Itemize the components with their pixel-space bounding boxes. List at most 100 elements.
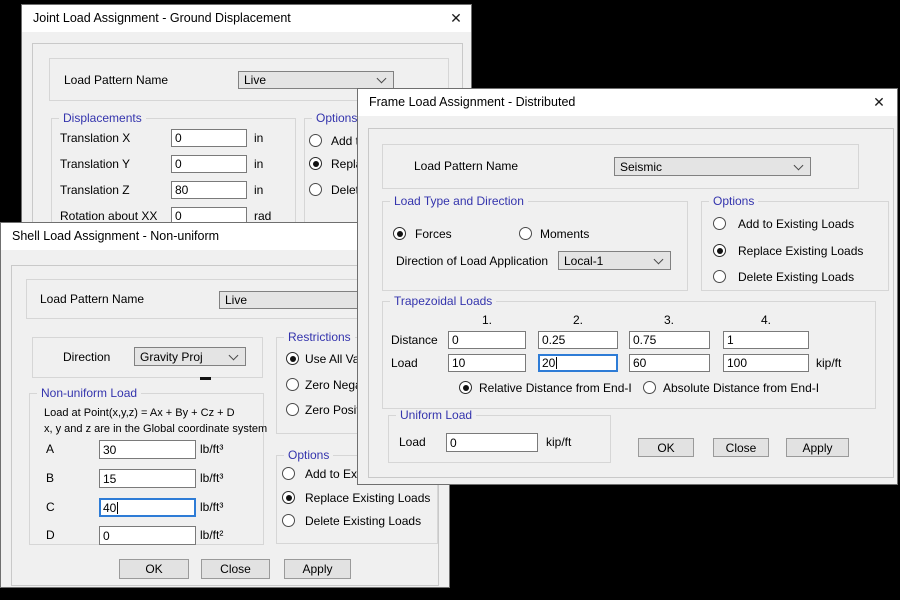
coef-b-field[interactable]: 15: [99, 469, 196, 488]
apply-button[interactable]: Apply: [284, 559, 351, 579]
frame-delete-label[interactable]: Delete Existing Loads: [738, 270, 854, 284]
uniform-load-unit: kip/ft: [546, 435, 571, 449]
joint-options-title: Options: [312, 112, 361, 125]
use-all-values-radio[interactable]: [286, 352, 299, 365]
shell-replace-radio[interactable]: [282, 491, 295, 504]
joint-load-pattern-value: Live: [244, 73, 266, 87]
frame-add-label[interactable]: Add to Existing Loads: [738, 217, 854, 231]
zero-positive-radio[interactable]: [286, 403, 299, 416]
ok-button[interactable]: OK: [119, 559, 189, 579]
relative-distance-label[interactable]: Relative Distance from End-I: [479, 381, 632, 395]
uniform-load-label: Load: [399, 435, 426, 449]
coef-d-label: D: [46, 528, 55, 542]
dash-mark: [200, 377, 211, 380]
load-1-field[interactable]: 10: [448, 354, 526, 372]
coef-b-label: B: [46, 471, 54, 485]
direction-of-load-select[interactable]: Local-1: [558, 251, 671, 270]
uniform-load-title: Uniform Load: [396, 409, 476, 422]
load-3-field[interactable]: 60: [629, 354, 710, 372]
trap-header-1: 1.: [467, 313, 507, 327]
distance-4-field[interactable]: 1: [723, 331, 809, 349]
shell-options-title: Options: [284, 449, 333, 462]
shell-dialog-title: Shell Load Assignment - Non-uniform: [12, 229, 219, 243]
frame-delete-radio[interactable]: [713, 270, 726, 283]
load-type-group: Load Type and Direction: [382, 201, 688, 291]
moments-label[interactable]: Moments: [540, 227, 589, 241]
coef-d-field[interactable]: 0: [99, 526, 196, 545]
shell-load-pattern-value: Live: [225, 293, 247, 307]
frame-load-pattern-label: Load Pattern Name: [414, 159, 518, 173]
joint-dialog-title: Joint Load Assignment - Ground Displacem…: [33, 11, 291, 25]
absolute-distance-radio[interactable]: [643, 381, 656, 394]
shell-direction-select[interactable]: Gravity Proj: [134, 347, 246, 366]
close-icon[interactable]: ✕: [870, 93, 888, 111]
coef-c-field[interactable]: 40: [99, 498, 196, 517]
forces-label[interactable]: Forces: [415, 227, 452, 241]
close-icon[interactable]: ✕: [447, 9, 465, 27]
shell-direction-label: Direction: [63, 350, 110, 364]
chevron-down-icon: [794, 160, 804, 170]
joint-load-pattern-select[interactable]: Live: [238, 71, 394, 89]
frame-add-radio[interactable]: [713, 217, 726, 230]
apply-button[interactable]: Apply: [786, 438, 849, 457]
shell-restrictions-title: Restrictions: [284, 331, 355, 344]
shell-delete-label[interactable]: Delete Existing Loads: [305, 514, 421, 528]
joint-delete-radio[interactable]: [309, 183, 322, 196]
load-2-field[interactable]: 20: [538, 354, 618, 372]
trap-unit: kip/ft: [816, 356, 841, 370]
translation-y-field[interactable]: 0: [171, 155, 247, 173]
coef-a-field[interactable]: 30: [99, 440, 196, 459]
close-button[interactable]: Close: [713, 438, 769, 457]
frame-dialog-title: Frame Load Assignment - Distributed: [369, 95, 575, 109]
frame-load-pattern-value: Seismic: [620, 160, 662, 174]
load-row-label: Load: [391, 356, 418, 370]
frame-title-bar[interactable]: Frame Load Assignment - Distributed ✕: [358, 89, 897, 116]
forces-radio[interactable]: [393, 227, 406, 240]
close-button[interactable]: Close: [201, 559, 270, 579]
chevron-down-icon: [229, 350, 239, 360]
joint-title-bar[interactable]: Joint Load Assignment - Ground Displacem…: [22, 5, 471, 32]
uniform-load-field[interactable]: 0: [446, 433, 538, 452]
distance-2-field[interactable]: 0.25: [538, 331, 618, 349]
moments-radio[interactable]: [519, 227, 532, 240]
translation-x-field[interactable]: 0: [171, 129, 247, 147]
frame-load-pattern-select[interactable]: Seismic: [614, 157, 811, 176]
joint-row-label: Translation X: [60, 131, 130, 145]
distance-1-field[interactable]: 0: [448, 331, 526, 349]
nonuniform-formula: Load at Point(x,y,z) = Ax + By + Cz + D: [44, 406, 235, 420]
text-cursor: [556, 357, 557, 369]
joint-displacements-title: Displacements: [59, 112, 146, 125]
coef-c-unit: lb/ft³: [200, 500, 223, 514]
shell-delete-radio[interactable]: [282, 514, 295, 527]
coef-d-unit: lb/ft²: [200, 528, 223, 542]
absolute-distance-label[interactable]: Absolute Distance from End-I: [663, 381, 819, 395]
joint-add-radio[interactable]: [309, 134, 322, 147]
joint-row-unit: in: [254, 183, 263, 197]
trap-header-3: 3.: [649, 313, 689, 327]
trap-header-2: 2.: [558, 313, 598, 327]
translation-z-field[interactable]: 80: [171, 181, 247, 199]
joint-replace-radio[interactable]: [309, 157, 322, 170]
trap-header-4: 4.: [746, 313, 786, 327]
distance-3-field[interactable]: 0.75: [629, 331, 710, 349]
zero-negative-radio[interactable]: [286, 378, 299, 391]
frame-load-dialog: Frame Load Assignment - Distributed ✕ Lo…: [357, 88, 898, 485]
nonuniform-note: x, y and z are in the Global coordinate …: [44, 422, 267, 436]
ok-button[interactable]: OK: [638, 438, 694, 457]
coef-a-unit: lb/ft³: [200, 442, 223, 456]
shell-replace-label[interactable]: Replace Existing Loads: [305, 491, 430, 505]
load-4-field[interactable]: 100: [723, 354, 809, 372]
relative-distance-radio[interactable]: [459, 381, 472, 394]
frame-replace-radio[interactable]: [713, 244, 726, 257]
load-type-title: Load Type and Direction: [390, 195, 528, 208]
coef-a-label: A: [46, 442, 54, 456]
direction-of-load-label: Direction of Load Application: [396, 254, 548, 268]
joint-row-unit: in: [254, 157, 263, 171]
joint-row-unit: in: [254, 131, 263, 145]
joint-row-unit: rad: [254, 209, 271, 223]
frame-replace-label[interactable]: Replace Existing Loads: [738, 244, 863, 258]
shell-add-radio[interactable]: [282, 467, 295, 480]
joint-row-label: Translation Z: [60, 183, 130, 197]
coef-b-unit: lb/ft³: [200, 471, 223, 485]
joint-load-pattern-label: Load Pattern Name: [64, 73, 168, 87]
